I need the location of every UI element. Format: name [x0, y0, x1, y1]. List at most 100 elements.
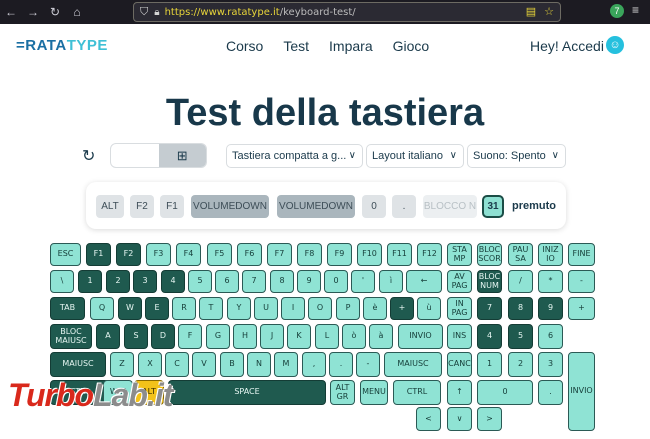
key-r5-4[interactable]: V	[192, 352, 216, 377]
key-r5-6[interactable]: N	[247, 352, 271, 377]
reload-icon[interactable]: ↻	[44, 5, 66, 19]
key-r3-16[interactable]: 8	[508, 297, 533, 320]
key-2[interactable]: F2	[116, 243, 141, 266]
nav-corso[interactable]: Corso	[226, 38, 263, 54]
key-r5-13[interactable]: 1	[477, 352, 502, 377]
key-0[interactable]: ESC	[50, 243, 81, 266]
key-1[interactable]: F1	[86, 243, 111, 266]
key-r3-11[interactable]: è	[363, 297, 387, 320]
key-14[interactable]: BLOC SCOR	[477, 243, 502, 266]
key-r2-5[interactable]: 5	[188, 270, 212, 293]
key-r4-7[interactable]: J	[260, 324, 284, 349]
site-logo[interactable]: =RATATYPE	[16, 37, 108, 54]
key-r6-6[interactable]: CTRL	[393, 380, 441, 405]
key-r5-12[interactable]: CANC	[447, 352, 472, 377]
reset-icon[interactable]: ↻	[82, 146, 95, 166]
key-6[interactable]: F6	[237, 243, 262, 266]
key-r4-12[interactable]: INVIO	[398, 324, 443, 349]
home-icon[interactable]: ⌂	[66, 5, 88, 19]
layout-select[interactable]: Layout italiano ∨	[366, 144, 464, 168]
key-13[interactable]: STA MP	[447, 243, 472, 266]
key-r3-9[interactable]: O	[308, 297, 332, 320]
sound-select[interactable]: Suono: Spento ∨	[467, 144, 566, 168]
key-r4-11[interactable]: à	[369, 324, 393, 349]
key-r4-6[interactable]: H	[233, 324, 257, 349]
key-r6-7[interactable]: ↑	[447, 380, 472, 405]
key-r3-14[interactable]: IN PAG	[447, 297, 472, 320]
key-r3-4[interactable]: R	[172, 297, 196, 320]
key-3[interactable]: F3	[146, 243, 171, 266]
key-r6-5[interactable]: MENU	[360, 380, 388, 405]
key-r2-6[interactable]: 6	[215, 270, 239, 293]
key-r2-15[interactable]: BLOC NUM	[477, 270, 502, 293]
arrow-key-1[interactable]: ∨	[447, 407, 472, 431]
account-link[interactable]: Hey! Accedi	[530, 38, 604, 54]
key-r5-16[interactable]: INVIO	[568, 352, 595, 431]
key-r2-0[interactable]: \	[50, 270, 74, 293]
smiley-avatar-icon[interactable]: ☺	[606, 36, 624, 54]
key-r4-13[interactable]: INS	[447, 324, 472, 349]
key-r2-10[interactable]: 0	[324, 270, 348, 293]
key-r6-9[interactable]: .	[538, 380, 563, 405]
address-bar[interactable]: ⛉ 🔒︎ https://www.ratatype.it /keyboard-t…	[133, 2, 561, 22]
key-r3-8[interactable]: I	[281, 297, 305, 320]
key-11[interactable]: F11	[387, 243, 412, 266]
key-r3-12[interactable]: +	[390, 297, 414, 320]
key-r3-6[interactable]: Y	[227, 297, 251, 320]
key-r3-0[interactable]: TAB	[50, 297, 85, 320]
key-r4-3[interactable]: D	[151, 324, 175, 349]
nav-gioco[interactable]: Gioco	[393, 38, 430, 54]
key-r3-2[interactable]: W	[118, 297, 142, 320]
key-r5-14[interactable]: 2	[508, 352, 533, 377]
key-r3-1[interactable]: Q	[90, 297, 114, 320]
key-r5-8[interactable]: ,	[302, 352, 326, 377]
key-8[interactable]: F8	[297, 243, 322, 266]
arrow-key-2[interactable]: >	[477, 407, 502, 431]
key-15[interactable]: PAU SA	[508, 243, 533, 266]
key-r2-2[interactable]: 2	[106, 270, 130, 293]
key-r4-1[interactable]: A	[96, 324, 120, 349]
key-r5-2[interactable]: X	[138, 352, 162, 377]
key-r2-11[interactable]: '	[351, 270, 375, 293]
key-r3-17[interactable]: 9	[538, 297, 563, 320]
key-r5-9[interactable]: .	[329, 352, 353, 377]
key-r2-8[interactable]: 8	[270, 270, 294, 293]
key-r4-4[interactable]: F	[178, 324, 202, 349]
key-r3-10[interactable]: P	[336, 297, 360, 320]
key-12[interactable]: F12	[417, 243, 442, 266]
key-r4-10[interactable]: ò	[342, 324, 366, 349]
keyboard-type-select[interactable]: Tastiera compatta a g... ∨	[226, 144, 363, 168]
key-r4-14[interactable]: 4	[477, 324, 502, 349]
windows-icon[interactable]: ⊞	[158, 144, 206, 167]
back-icon[interactable]: ←	[0, 5, 22, 19]
key-5[interactable]: F5	[207, 243, 232, 266]
key-r2-4[interactable]: 4	[161, 270, 185, 293]
key-17[interactable]: FINE	[568, 243, 595, 266]
reader-view-icon[interactable]: ▤	[526, 5, 536, 18]
key-r2-12[interactable]: ì	[379, 270, 403, 293]
key-r3-13[interactable]: ù	[417, 297, 441, 320]
key-r2-14[interactable]: AV PAG	[447, 270, 472, 293]
key-9[interactable]: F9	[327, 243, 352, 266]
arrow-key-0[interactable]: <	[416, 407, 441, 431]
bookmark-star-icon[interactable]: ☆	[544, 5, 554, 18]
key-4[interactable]: F4	[176, 243, 201, 266]
nav-impara[interactable]: Impara	[329, 38, 373, 54]
key-r3-7[interactable]: U	[254, 297, 278, 320]
key-r5-15[interactable]: 3	[538, 352, 563, 377]
lock-icon[interactable]: 🔒︎	[154, 7, 159, 18]
key-r3-18[interactable]: +	[568, 297, 595, 320]
key-r2-17[interactable]: *	[538, 270, 563, 293]
key-r5-11[interactable]: MAIUSC	[384, 352, 442, 377]
key-r4-2[interactable]: S	[124, 324, 148, 349]
key-r5-3[interactable]: C	[165, 352, 189, 377]
key-r2-16[interactable]: /	[508, 270, 533, 293]
key-r5-5[interactable]: B	[220, 352, 244, 377]
key-16[interactable]: INIZ IO	[538, 243, 563, 266]
key-r4-16[interactable]: 6	[538, 324, 563, 349]
extension-badge-icon[interactable]: 7	[610, 4, 624, 18]
key-r2-7[interactable]: 7	[242, 270, 266, 293]
key-r2-1[interactable]: 1	[78, 270, 102, 293]
key-r5-7[interactable]: M	[274, 352, 298, 377]
nav-test[interactable]: Test	[283, 38, 309, 54]
